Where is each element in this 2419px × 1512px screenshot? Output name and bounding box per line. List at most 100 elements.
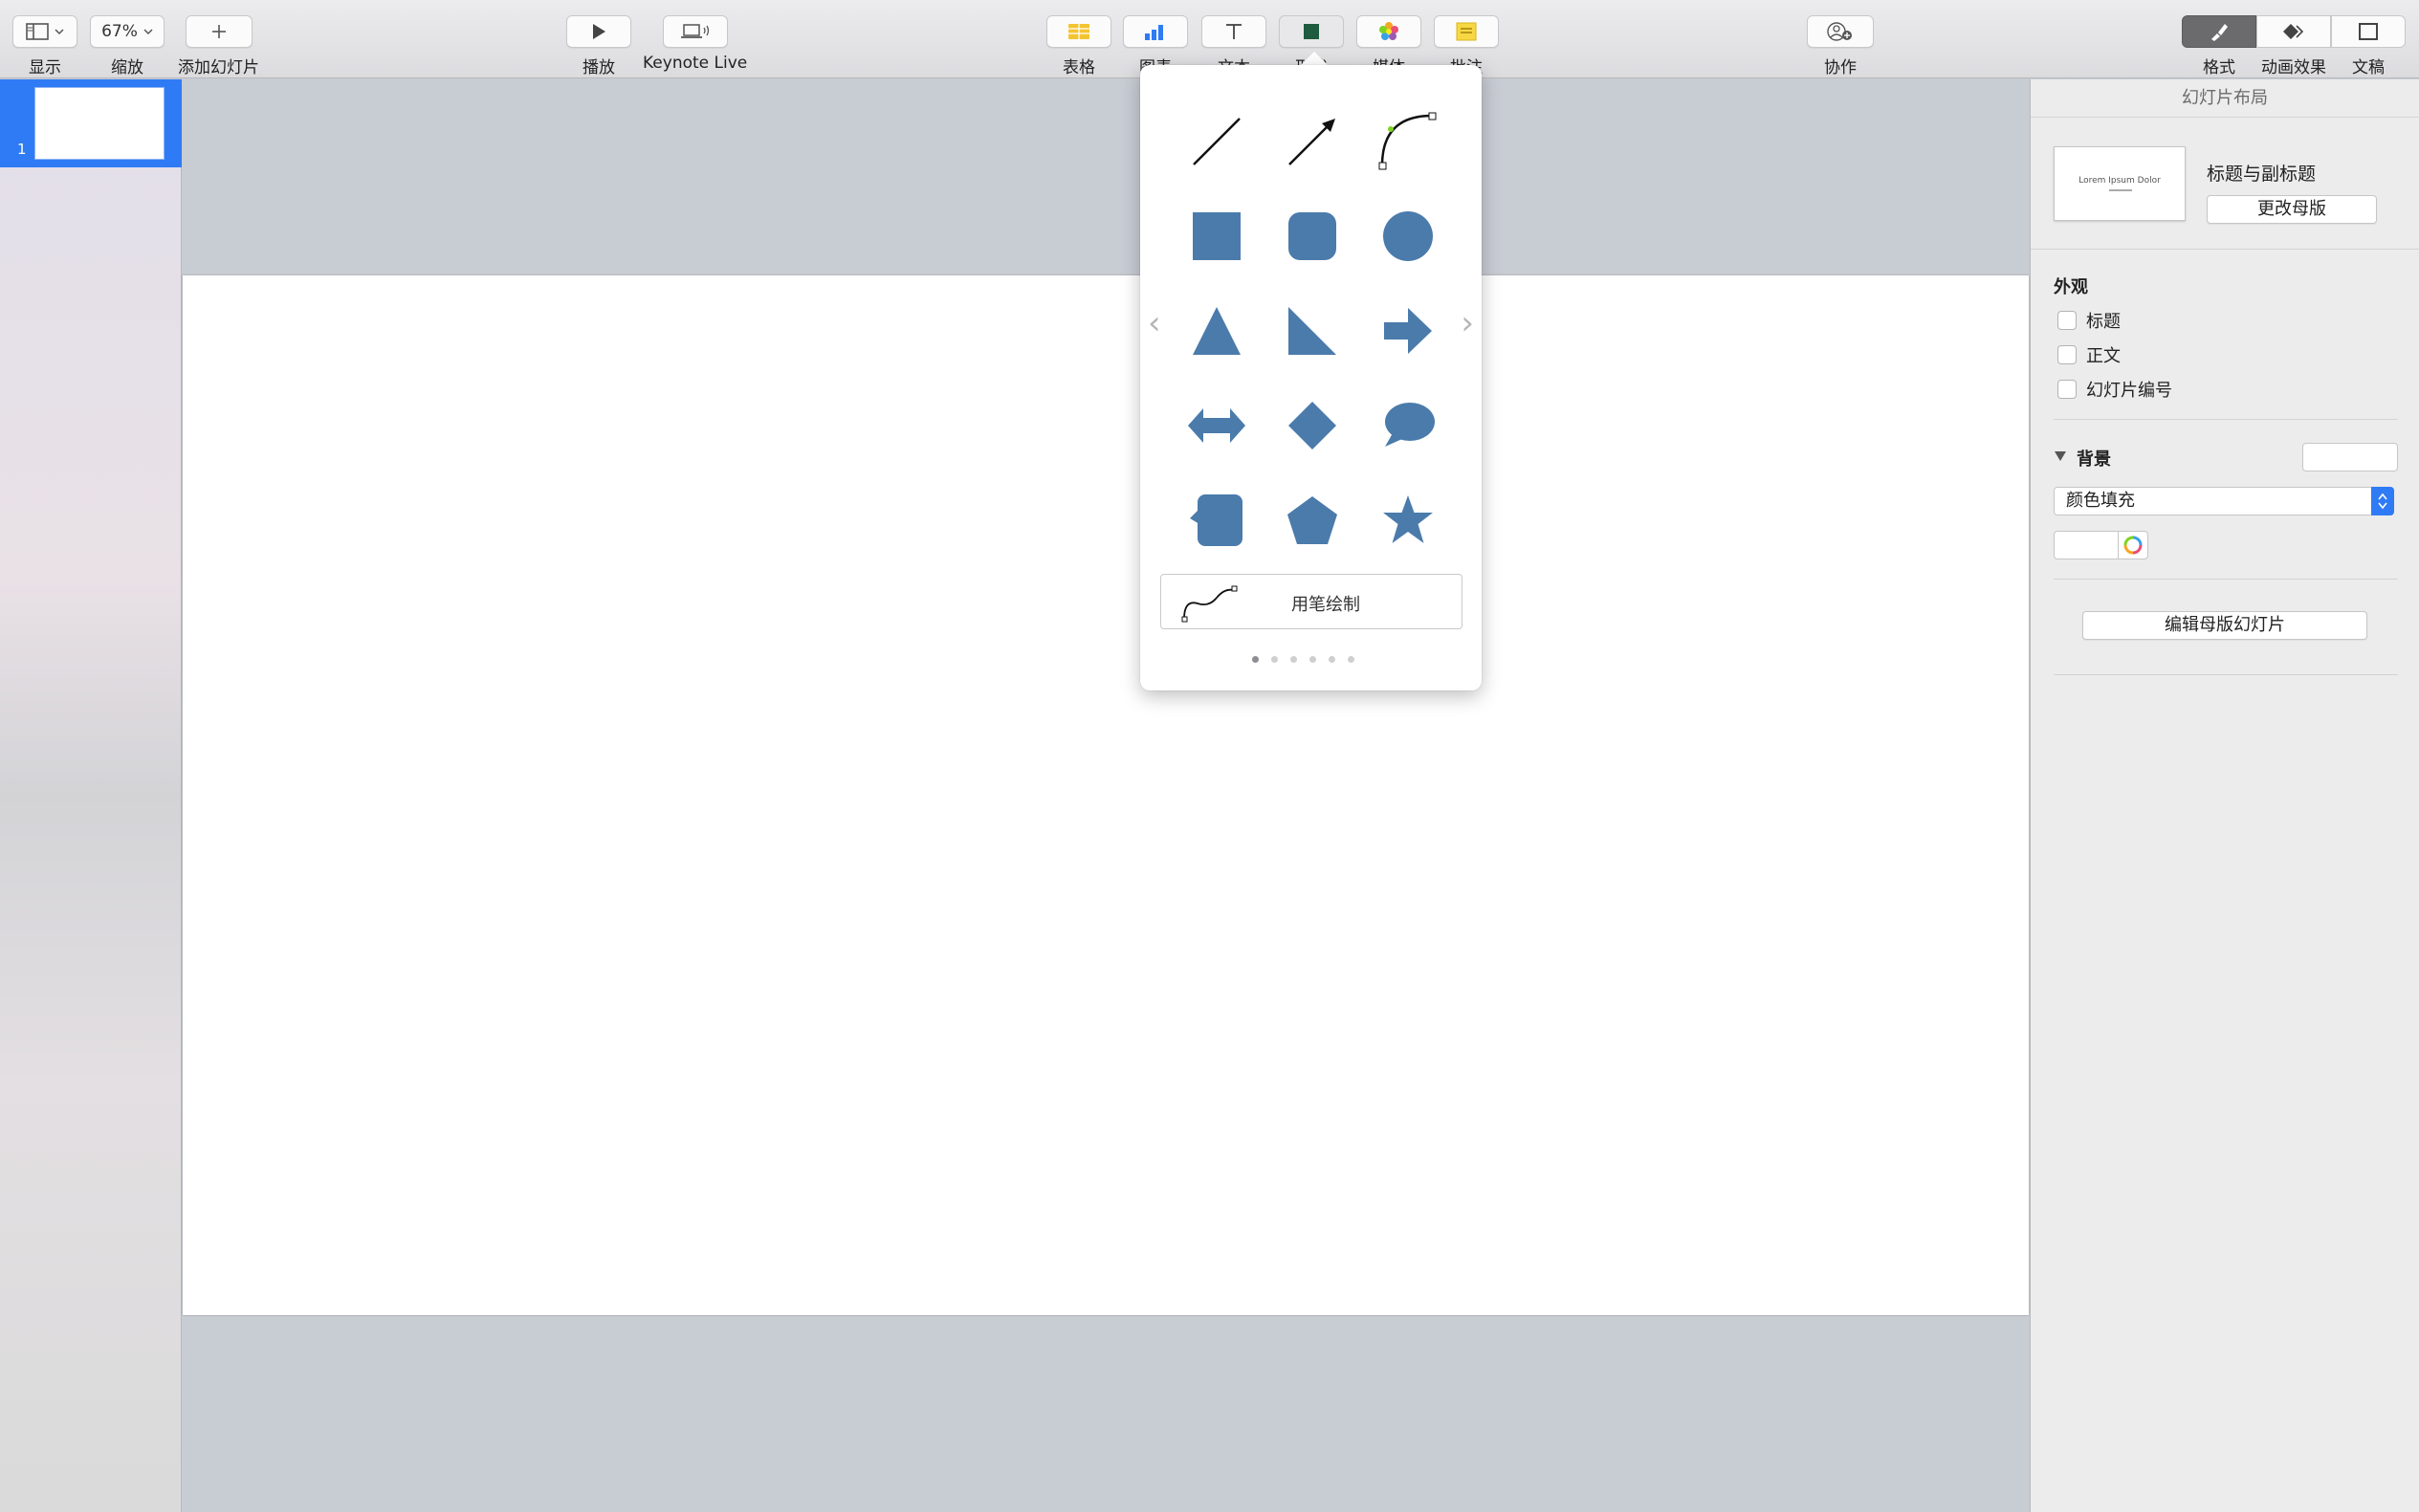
change-master-button[interactable]: 更改母版 xyxy=(2207,195,2377,224)
page-dot[interactable] xyxy=(1348,656,1354,663)
play-icon xyxy=(593,24,605,39)
fill-color-well[interactable] xyxy=(2054,531,2119,559)
rounded-square-shape[interactable] xyxy=(1279,203,1346,270)
format-label: 格式 xyxy=(2203,58,2235,77)
page-dot[interactable] xyxy=(1271,656,1278,663)
zoom-button[interactable]: 67% xyxy=(90,15,165,48)
background-title: 背景 xyxy=(2077,449,2111,470)
divider xyxy=(2054,674,2398,675)
chart-button[interactable] xyxy=(1123,15,1188,48)
speech-bubble-shape[interactable] xyxy=(1374,392,1441,459)
add-slide-tool[interactable]: 添加幻灯片 xyxy=(178,15,259,77)
title-checkbox-row[interactable]: 标题 xyxy=(2057,308,2121,333)
laptop-broadcast-icon xyxy=(680,24,709,38)
inspector-segmented-control xyxy=(2182,15,2406,48)
play-tool[interactable]: 播放 xyxy=(566,15,631,77)
collaborate-label: 协作 xyxy=(1824,58,1857,77)
star-shape[interactable] xyxy=(1374,487,1441,554)
callout-square-shape[interactable] xyxy=(1183,487,1250,554)
zoom-tool[interactable]: 67% 缩放 xyxy=(90,15,165,77)
media-button[interactable] xyxy=(1356,15,1421,48)
line-shape[interactable] xyxy=(1183,108,1250,175)
view-label: 显示 xyxy=(29,58,61,77)
view-button[interactable] xyxy=(12,15,77,48)
table-label: 表格 xyxy=(1063,58,1095,77)
inspector-tab-labels: 格式 动画效果 文稿 xyxy=(2182,54,2406,77)
collaborate-button[interactable] xyxy=(1807,15,1874,48)
text-button[interactable] xyxy=(1201,15,1266,48)
background-color-well[interactable] xyxy=(2302,443,2398,471)
zoom-value: 67% xyxy=(101,22,138,41)
color-picker-button[interactable] xyxy=(2118,531,2148,559)
slide-number-checkbox-row[interactable]: 幻灯片编号 xyxy=(2057,377,2172,402)
arrow-shape[interactable] xyxy=(1374,297,1441,364)
color-wheel-icon xyxy=(2123,536,2143,555)
pentagon-shape[interactable] xyxy=(1279,487,1346,554)
chevron-left-icon[interactable]: ‹ xyxy=(1148,304,1161,342)
animate-tab[interactable] xyxy=(2256,15,2331,48)
circle-shape[interactable] xyxy=(1374,203,1441,270)
diamond-shape[interactable] xyxy=(1279,392,1346,459)
slide-thumbnail-selected[interactable]: 1 xyxy=(0,79,182,167)
format-tab[interactable] xyxy=(2182,15,2256,48)
sidebar-layout-icon xyxy=(26,23,49,40)
collaborate-tool[interactable]: 协作 xyxy=(1807,15,1874,77)
comment-note-icon xyxy=(1456,22,1477,41)
fill-type-value: 颜色填充 xyxy=(2066,491,2135,511)
fill-type-select[interactable]: 颜色填充 xyxy=(2054,487,2394,515)
page-indicator xyxy=(1252,656,1354,663)
triangle-shape[interactable] xyxy=(1183,297,1250,364)
slide-canvas-area xyxy=(183,79,2029,1512)
slide-canvas[interactable] xyxy=(183,275,2029,1315)
inspector-header: 幻灯片布局 xyxy=(2031,79,2419,118)
body-checkbox-row[interactable]: 正文 xyxy=(2057,342,2121,367)
appearance-title: 外观 xyxy=(2054,277,2088,297)
page-dot[interactable] xyxy=(1309,656,1316,663)
page-dot[interactable] xyxy=(1290,656,1297,663)
divider xyxy=(2054,579,2398,580)
text-icon xyxy=(1226,24,1242,39)
shape-square-icon xyxy=(1304,24,1319,39)
keynote-live-button[interactable] xyxy=(662,15,728,48)
body-checkbox[interactable] xyxy=(2057,345,2077,364)
add-person-icon xyxy=(1827,22,1852,41)
play-button[interactable] xyxy=(566,15,631,48)
chevron-down-icon xyxy=(55,29,64,35)
edit-master-slide-button[interactable]: 编辑母版幻灯片 xyxy=(2082,611,2367,640)
layout-thumbnail[interactable]: Lorem Ipsum Dolor xyxy=(2054,146,2186,221)
title-checkbox-label: 标题 xyxy=(2086,312,2121,332)
page-dot[interactable] xyxy=(1252,656,1259,663)
comment-button[interactable] xyxy=(1434,15,1499,48)
animate-diamond-icon xyxy=(2283,24,2304,39)
double-arrow-shape[interactable] xyxy=(1183,392,1250,459)
select-stepper-icon xyxy=(2371,487,2394,515)
keynote-live-label: Keynote Live xyxy=(643,54,748,73)
layout-name: 标题与副标题 xyxy=(2207,164,2317,185)
document-label: 文稿 xyxy=(2352,58,2385,77)
curve-shape[interactable] xyxy=(1374,108,1441,175)
chevron-right-icon[interactable]: › xyxy=(1461,304,1474,342)
body-checkbox-label: 正文 xyxy=(2086,346,2121,366)
popover-arrow xyxy=(1300,52,1329,66)
table-button[interactable] xyxy=(1046,15,1111,48)
draw-with-pen-button[interactable]: 用笔绘制 xyxy=(1160,574,1462,629)
slide-number-checkbox-label: 幻灯片编号 xyxy=(2086,381,2172,401)
title-checkbox[interactable] xyxy=(2057,311,2077,330)
right-triangle-shape[interactable] xyxy=(1279,297,1346,364)
chart-icon xyxy=(1145,25,1163,40)
square-shape[interactable] xyxy=(1183,203,1250,270)
view-tool[interactable]: 显示 xyxy=(12,15,77,77)
format-inspector: 幻灯片布局 Lorem Ipsum Dolor 标题与副标题 更改母版 外观 标… xyxy=(2030,79,2419,1512)
slide-number-checkbox[interactable] xyxy=(2057,380,2077,399)
shape-button[interactable] xyxy=(1279,15,1344,48)
document-tab[interactable] xyxy=(2331,15,2406,48)
document-icon xyxy=(2359,23,2378,40)
keynote-live-tool[interactable]: Keynote Live xyxy=(643,15,747,73)
page-dot[interactable] xyxy=(1329,656,1335,663)
slide-thumbnail[interactable] xyxy=(34,87,165,160)
arrow-line-shape[interactable] xyxy=(1279,108,1346,175)
layout-thumb-text: Lorem Ipsum Dolor xyxy=(2078,176,2161,186)
add-slide-button[interactable] xyxy=(185,15,253,48)
disclosure-triangle-icon[interactable] xyxy=(2054,450,2067,462)
table-tool[interactable]: 表格 xyxy=(1046,15,1111,77)
